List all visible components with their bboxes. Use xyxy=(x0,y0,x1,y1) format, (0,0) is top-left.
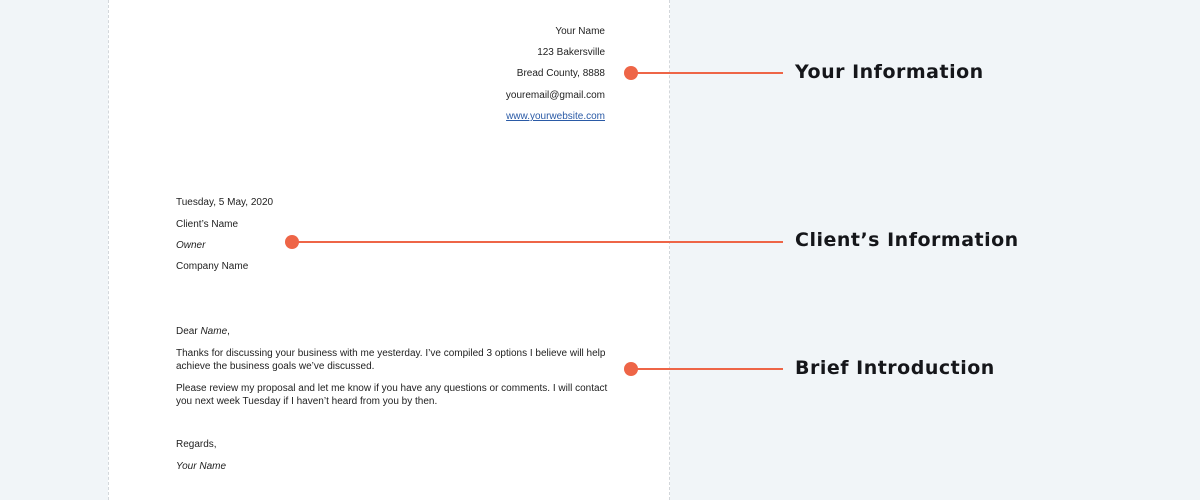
salutation: Dear Name, xyxy=(176,325,230,338)
sender-address-line1: 123 Bakersville xyxy=(537,47,605,58)
intro-paragraph-2: Please review my proposal and let me kno… xyxy=(176,383,608,407)
signature: Your Name xyxy=(176,461,227,472)
intro-paragraph-1: Thanks for discussing your business with… xyxy=(176,348,606,372)
salutation-prefix: Dear xyxy=(176,326,201,337)
sender-email: youremail@gmail.com xyxy=(505,90,605,101)
sender-address-line2: Bread County, 8888 xyxy=(516,68,605,79)
callout-line-brief-introduction xyxy=(631,368,783,370)
salutation-suffix: , xyxy=(227,326,230,337)
closing: Regards, xyxy=(176,439,217,450)
client-name: Client’s Name xyxy=(176,219,239,230)
callout-line-clients-information xyxy=(292,241,783,243)
callout-line-your-information xyxy=(631,72,783,74)
letter-page: Your Name 123 Bakersville Bread County, … xyxy=(108,0,670,500)
client-company: Company Name xyxy=(176,261,249,272)
sender-website-link[interactable]: www.yourwebsite.com xyxy=(506,110,605,123)
letter-date: Tuesday, 5 May, 2020 xyxy=(176,197,274,208)
callout-label-brief-introduction: Brief Introduction xyxy=(795,357,995,379)
sender-name: Your Name xyxy=(555,26,605,37)
salutation-name: Name xyxy=(200,326,228,337)
client-title: Owner xyxy=(176,240,206,251)
callout-label-your-information: Your Information xyxy=(795,61,984,83)
callout-label-clients-information: Client’s Information xyxy=(795,229,1019,251)
